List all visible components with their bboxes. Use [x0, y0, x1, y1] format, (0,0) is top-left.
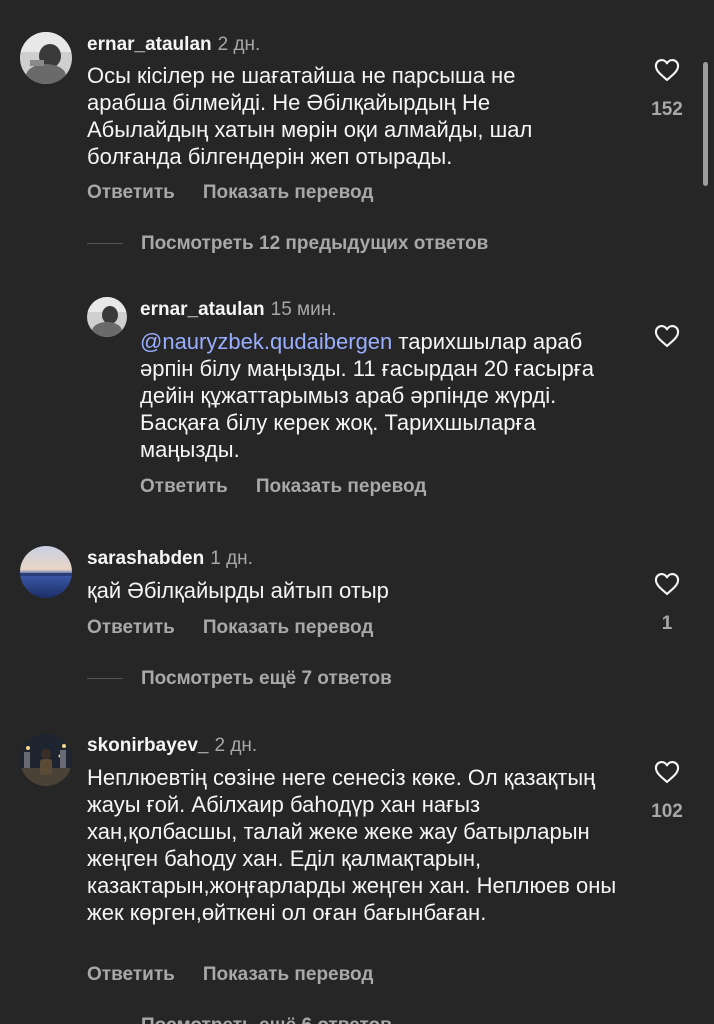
comment-actions: Ответить Показать перевод	[87, 182, 373, 204]
reply-button[interactable]: Ответить	[87, 617, 175, 638]
reply-button[interactable]: Ответить	[87, 964, 175, 985]
scrollbar[interactable]	[703, 62, 708, 186]
timestamp: 15 мин.	[270, 299, 337, 320]
avatar[interactable]	[20, 32, 72, 84]
avatar[interactable]	[87, 297, 127, 337]
heart-outline-icon[interactable]	[652, 56, 682, 84]
reply-text: @nauryzbek.qudaibergen тарихшылар араб ә…	[140, 328, 624, 463]
like-group: 102	[640, 758, 694, 823]
reply-actions: Ответить Показать перевод	[140, 476, 426, 498]
reply-meta: ernar_ataulan 15 мин.	[140, 299, 337, 321]
comment-actions: Ответить Показать перевод	[87, 617, 373, 639]
heart-outline-icon[interactable]	[652, 758, 682, 786]
avatar[interactable]	[20, 546, 72, 598]
show-translation-button[interactable]: Показать перевод	[256, 476, 427, 497]
show-translation-button[interactable]: Показать перевод	[203, 182, 374, 203]
timestamp: 2 дн.	[214, 735, 258, 756]
comment-text: қай Әбілқайырды айтып отыр	[87, 578, 389, 603]
like-count: 102	[651, 801, 683, 822]
like-group: 1	[640, 570, 694, 635]
avatar[interactable]	[20, 734, 72, 786]
timestamp: 2 дн.	[217, 34, 261, 55]
like-group: 152	[640, 56, 694, 121]
like-count: 1	[661, 613, 673, 634]
comment-meta: skonirbayev_ 2 дн.	[87, 735, 257, 757]
username[interactable]: ernar_ataulan	[140, 299, 265, 320]
like-count: 152	[651, 99, 683, 120]
timestamp: 1 дн.	[210, 548, 253, 569]
show-translation-button[interactable]: Показать перевод	[203, 964, 374, 985]
comments-screen: ernar_ataulan 2 дн. Осы кісілер не шағата…	[0, 0, 714, 1024]
heart-outline-icon[interactable]	[652, 322, 682, 350]
view-replies-button[interactable]: Посмотреть ещё 7 ответов	[87, 668, 392, 690]
view-replies-button[interactable]: Посмотреть ещё 6 ответов	[87, 1015, 392, 1024]
comment-actions: Ответить Показать перевод	[87, 964, 373, 986]
mention-link[interactable]: @nauryzbek.qudaibergen	[140, 329, 392, 354]
heart-outline-icon[interactable]	[652, 570, 682, 598]
show-translation-button[interactable]: Показать перевод	[203, 617, 374, 638]
comment-meta: sarashabden 1 дн.	[87, 548, 253, 570]
view-replies-button[interactable]: Посмотреть 12 предыдущих ответов	[87, 233, 488, 255]
username[interactable]: sarashabden	[87, 548, 204, 569]
username[interactable]: skonirbayev_	[87, 735, 208, 756]
view-replies-label: Посмотреть ещё 6 ответов	[141, 1015, 392, 1024]
view-replies-label: Посмотреть 12 предыдущих ответов	[141, 233, 489, 254]
divider-line	[87, 243, 123, 245]
comment-meta: ernar_ataulan 2 дн.	[87, 34, 260, 56]
reply-button[interactable]: Ответить	[140, 476, 228, 497]
reply-button[interactable]: Ответить	[87, 182, 175, 203]
comment-text: Неплюевтің сөзіне неге сенесіз көке. Ол …	[87, 765, 617, 925]
divider-line	[87, 678, 123, 680]
view-replies-label: Посмотреть ещё 7 ответов	[141, 668, 392, 689]
username[interactable]: ernar_ataulan	[87, 34, 212, 55]
comment-text: Осы кісілер не шағатайша не парсыша не а…	[87, 63, 533, 169]
like-group	[640, 322, 694, 355]
